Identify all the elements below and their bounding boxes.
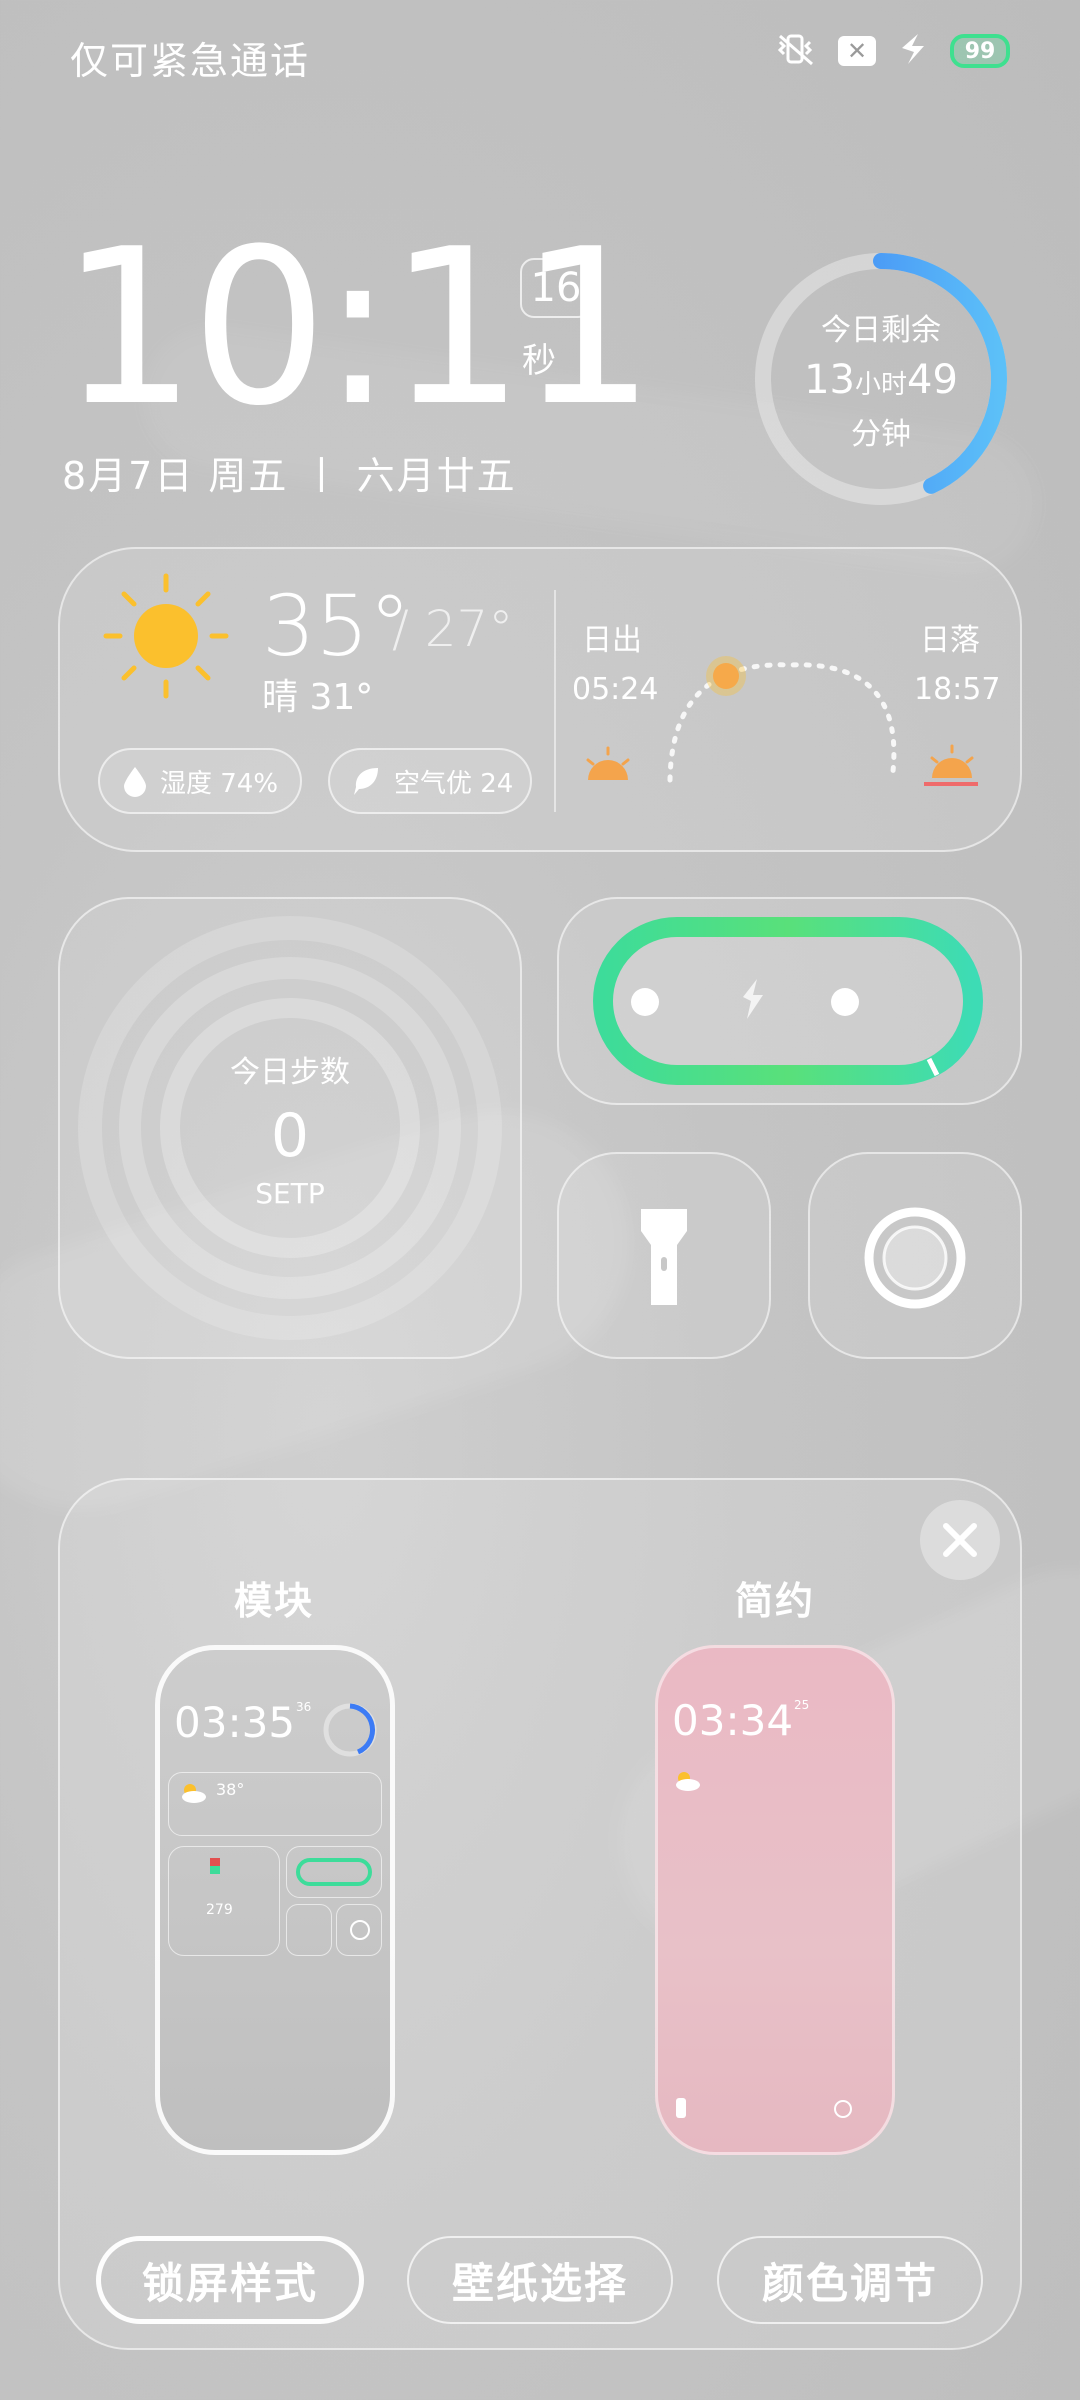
battery-icon: 99: [950, 34, 1010, 68]
cloud-icon: [182, 1784, 206, 1803]
air-quality-label: 空气优 24: [394, 768, 514, 799]
sun-icon: [103, 573, 229, 699]
steps-info: 今日步数 0 SETP: [58, 897, 522, 1359]
style-option-label: 模块: [234, 1579, 315, 1623]
camera-shutter-icon: [864, 1207, 966, 1309]
clock-seconds: 16: [520, 258, 592, 318]
weather-condition: 晴 31°: [262, 677, 374, 718]
signal-x-icon: ✕: [838, 36, 876, 66]
status-icons: ✕ 99: [776, 32, 1010, 70]
preview-flag: [210, 1858, 220, 1866]
preview-temp: 38°: [216, 1780, 245, 1799]
close-button[interactable]: [920, 1500, 1000, 1580]
preview-seconds: 36: [296, 1700, 312, 1714]
clock-time: 10:11: [60, 202, 656, 453]
emergency-calls-only-label: 仅可紧急通话: [70, 39, 311, 83]
leaf-icon: [354, 768, 378, 795]
preview-camera-icon: [834, 2100, 852, 2118]
air-quality-pill: 空气优 24: [328, 748, 532, 814]
clock-seconds-label: 秒: [522, 341, 556, 381]
preview-steps-value: 279: [206, 1902, 233, 1918]
vibrate-off-icon: [776, 32, 816, 70]
style-preview-simple[interactable]: 03:34 25: [655, 1645, 895, 2155]
sunset-icon: [924, 744, 978, 786]
preview-flag: [210, 1866, 220, 1874]
preview-seconds: 25: [794, 1698, 810, 1712]
drop-icon: [124, 767, 146, 797]
weather-low-temperature: / 27°: [392, 600, 514, 658]
charging-indicator: [593, 917, 983, 1085]
day-remaining-minutes-unit: 分钟: [851, 417, 911, 452]
sunrise-icon: [586, 746, 630, 780]
sun-path-arc: [586, 656, 978, 786]
style-option-label: 简约: [735, 1579, 816, 1623]
weather-temperature: 35°: [262, 577, 411, 675]
preview-camera-icon: [350, 1920, 370, 1940]
charging-bolt-icon: [898, 32, 928, 70]
flashlight-icon: [641, 1209, 687, 1305]
day-remaining-title: 今日剩余: [821, 313, 941, 348]
day-remaining-hours: 13小时49: [804, 357, 958, 403]
close-icon: [943, 1523, 977, 1557]
steps-unit: SETP: [255, 1176, 325, 1210]
style-preview-module[interactable]: 03:35 36 38° 279: [155, 1645, 395, 2155]
color-adjust-button[interactable]: 颜色调节: [717, 2236, 983, 2324]
day-remaining-text: 今日剩余 13小时49 分钟: [748, 246, 1014, 512]
cloud-icon: [676, 1772, 700, 1791]
preview-time: 03:35: [174, 1698, 296, 1747]
steps-value: 0: [270, 1100, 310, 1171]
preview-charge-pill: [296, 1858, 372, 1886]
date-label: 8月7日 周五 丨 六月廿五: [62, 454, 517, 498]
wallpaper-select-button[interactable]: 壁纸选择: [407, 2236, 673, 2324]
humidity-pill: 湿度 74%: [98, 748, 302, 814]
humidity-label: 湿度 74%: [160, 768, 279, 799]
preview-torch: [286, 1904, 332, 1956]
preview-torch-icon: [676, 2098, 686, 2118]
preview-steps-card: [168, 1846, 280, 1956]
steps-title: 今日步数: [230, 1054, 350, 1090]
lockscreen-style-button[interactable]: 锁屏样式: [96, 2236, 364, 2324]
preview-time: 03:34: [672, 1696, 794, 1745]
weather-divider: [554, 590, 556, 812]
preview-ring: [323, 1703, 377, 1757]
